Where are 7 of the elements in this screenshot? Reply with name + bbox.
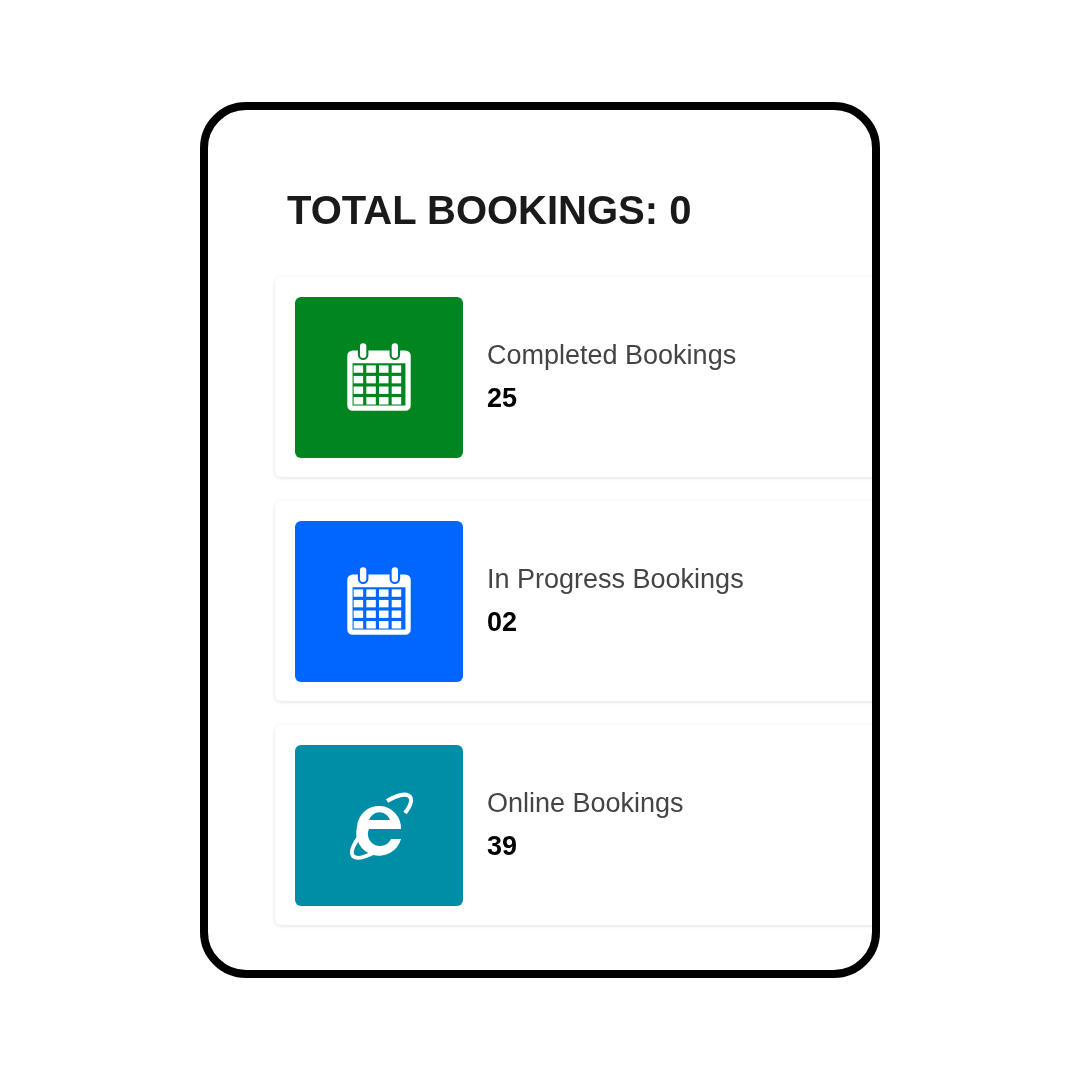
stat-value: 02 — [487, 607, 519, 638]
total-bookings-heading: TOTAL BOOKINGS: 0 — [287, 188, 693, 233]
stat-label: Completed Bookings — [487, 340, 737, 371]
stat-value: 39 — [487, 831, 519, 862]
stat-label: Online Bookings — [487, 788, 684, 819]
stat-label: In Progress Bookings — [487, 564, 744, 595]
stat-value: 25 — [487, 383, 519, 414]
